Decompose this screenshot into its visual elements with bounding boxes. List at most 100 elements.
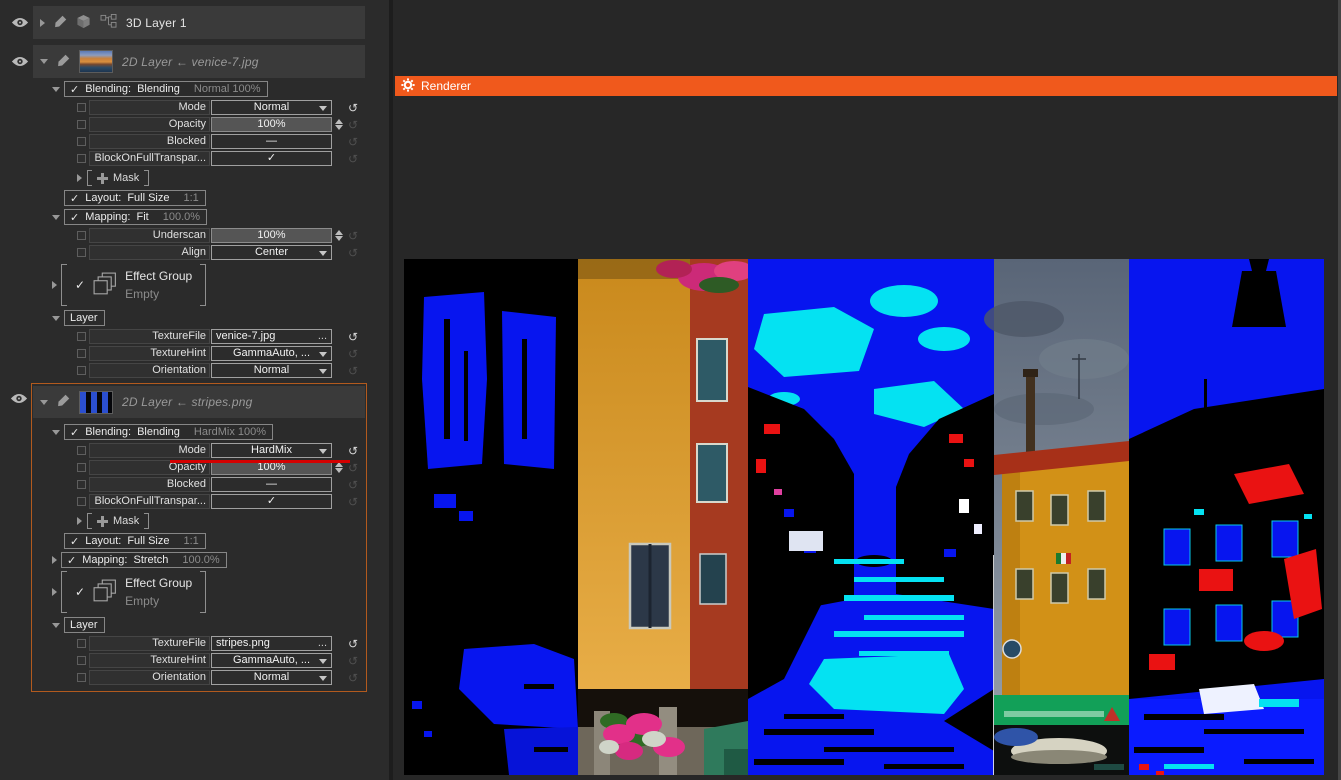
- expand-chevron-icon[interactable]: [52, 588, 57, 596]
- pencil-icon[interactable]: [57, 394, 70, 410]
- orientation-checkbox[interactable]: [77, 366, 86, 375]
- eye-icon[interactable]: [9, 393, 29, 404]
- reset-icon[interactable]: ↺: [345, 119, 361, 131]
- boft-toggle[interactable]: ✓: [211, 494, 332, 509]
- mapping-section-header[interactable]: ✓ Mapping: Fit 100.0%: [64, 209, 207, 225]
- blending-section-header[interactable]: ✓ Blending: Blending Normal 100%: [64, 81, 268, 97]
- renderer-header[interactable]: Renderer: [395, 76, 1337, 96]
- plus-icon[interactable]: [97, 516, 108, 527]
- collapse-chevron-icon[interactable]: [52, 316, 60, 321]
- stepper-icon[interactable]: [335, 462, 343, 473]
- collapse-chevron-icon[interactable]: [40, 59, 48, 64]
- texture-file-checkbox[interactable]: [77, 639, 86, 648]
- texture-hint-checkbox[interactable]: [77, 349, 86, 358]
- underscan-value-field[interactable]: 100%: [211, 228, 332, 243]
- blending-section-header[interactable]: ✓ Blending: Blending HardMix 100%: [64, 424, 273, 440]
- texture-hint-dropdown[interactable]: GammaAuto, ...: [211, 346, 332, 361]
- align-dropdown[interactable]: Center: [211, 245, 332, 260]
- reset-icon[interactable]: ↺: [345, 365, 361, 377]
- mask-row[interactable]: Mask: [77, 512, 366, 530]
- align-checkbox[interactable]: [77, 248, 86, 257]
- boft-checkbox[interactable]: [77, 154, 86, 163]
- reset-icon[interactable]: ↺: [345, 247, 361, 259]
- browse-button[interactable]: ...: [318, 330, 327, 343]
- effect-group[interactable]: ✓ Effect Group Empty: [61, 571, 206, 613]
- texture-hint-dropdown[interactable]: GammaAuto, ...: [211, 653, 332, 668]
- mode-checkbox[interactable]: [77, 103, 86, 112]
- eye-icon[interactable]: [10, 56, 30, 67]
- reset-icon[interactable]: ↺: [345, 638, 361, 650]
- texture-hint-checkbox[interactable]: [77, 656, 86, 665]
- layout-section-header[interactable]: ✓ Layout: Full Size 1:1: [64, 533, 206, 549]
- stripes-thumbnail[interactable]: [79, 391, 113, 414]
- mask-label: Mask: [113, 515, 139, 527]
- expand-chevron-icon[interactable]: [52, 281, 57, 289]
- layer-row-venice[interactable]: 2D Layer ← venice-7.jpg: [10, 45, 365, 78]
- collapse-chevron-icon[interactable]: [52, 623, 60, 628]
- collapse-chevron-icon[interactable]: [52, 430, 60, 435]
- effect-group[interactable]: ✓ Effect Group Empty: [61, 264, 206, 306]
- layer-header-venice[interactable]: 2D Layer ← venice-7.jpg: [33, 45, 365, 78]
- reset-icon[interactable]: ↺: [345, 496, 361, 508]
- layer-header-3d[interactable]: 3D Layer 1: [33, 6, 365, 39]
- layer-section-header[interactable]: Layer: [64, 617, 105, 633]
- opacity-checkbox[interactable]: [77, 463, 86, 472]
- reset-icon[interactable]: ↺: [345, 102, 361, 114]
- check-icon: ✓: [67, 554, 76, 567]
- boft-toggle[interactable]: ✓: [211, 151, 332, 166]
- reset-icon[interactable]: ↺: [345, 445, 361, 457]
- texture-file-field[interactable]: stripes.png...: [211, 636, 332, 651]
- opacity-checkbox[interactable]: [77, 120, 86, 129]
- boft-checkbox[interactable]: [77, 497, 86, 506]
- expand-chevron-icon[interactable]: [77, 174, 82, 182]
- expand-chevron-icon[interactable]: [77, 517, 82, 525]
- venice-thumbnail[interactable]: [79, 50, 113, 73]
- boft-value: ✓: [267, 495, 276, 507]
- gear-icon[interactable]: [401, 78, 415, 95]
- mapping-section-header[interactable]: ✓ Mapping: Stretch 100.0%: [61, 552, 227, 568]
- orientation-checkbox[interactable]: [77, 673, 86, 682]
- pencil-icon[interactable]: [57, 54, 70, 70]
- blocked-row: Blocked — ↺: [77, 476, 366, 493]
- texture-file-field[interactable]: venice-7.jpg...: [211, 329, 332, 344]
- collapse-chevron-icon[interactable]: [40, 400, 48, 405]
- orientation-dropdown[interactable]: Normal: [211, 363, 332, 378]
- reset-icon[interactable]: ↺: [345, 230, 361, 242]
- browse-button[interactable]: ...: [318, 637, 327, 650]
- pencil-icon[interactable]: [54, 15, 67, 31]
- reset-icon[interactable]: ↺: [345, 655, 361, 667]
- reset-icon[interactable]: ↺: [345, 672, 361, 684]
- stepper-icon[interactable]: [335, 230, 343, 241]
- reset-icon[interactable]: ↺: [345, 136, 361, 148]
- orientation-label: Orientation: [89, 363, 210, 378]
- plus-icon[interactable]: [97, 173, 108, 184]
- expand-chevron-icon[interactable]: [52, 556, 57, 564]
- eye-icon[interactable]: [10, 17, 30, 28]
- blocked-checkbox[interactable]: [77, 480, 86, 489]
- texture-file-checkbox[interactable]: [77, 332, 86, 341]
- mask-row[interactable]: Mask: [77, 169, 389, 187]
- collapse-chevron-icon[interactable]: [52, 215, 60, 220]
- collapse-chevron-icon[interactable]: [52, 87, 60, 92]
- reset-icon[interactable]: ↺: [345, 348, 361, 360]
- expand-chevron-icon[interactable]: [40, 19, 45, 27]
- layout-section-header[interactable]: ✓ Layout: Full Size 1:1: [64, 190, 206, 206]
- mode-dropdown[interactable]: Normal: [211, 100, 332, 115]
- stepper-icon[interactable]: [335, 119, 343, 130]
- reset-icon[interactable]: ↺: [345, 462, 361, 474]
- layer-header-stripes[interactable]: 2D Layer ← stripes.png: [33, 386, 365, 418]
- orientation-dropdown[interactable]: Normal: [211, 670, 332, 685]
- reset-icon[interactable]: ↺: [345, 479, 361, 491]
- blocked-toggle[interactable]: —: [211, 134, 332, 149]
- opacity-value-field[interactable]: 100%: [211, 117, 332, 132]
- reset-icon[interactable]: ↺: [345, 331, 361, 343]
- blocked-checkbox[interactable]: [77, 137, 86, 146]
- layer-row-3d[interactable]: 3D Layer 1: [10, 6, 365, 39]
- reset-icon[interactable]: ↺: [345, 153, 361, 165]
- check-icon: ✓: [75, 585, 85, 599]
- mode-dropdown[interactable]: HardMix: [211, 443, 332, 458]
- mode-checkbox[interactable]: [77, 446, 86, 455]
- underscan-checkbox[interactable]: [77, 231, 86, 240]
- blocked-toggle[interactable]: —: [211, 477, 332, 492]
- layer-section-header[interactable]: Layer: [64, 310, 105, 326]
